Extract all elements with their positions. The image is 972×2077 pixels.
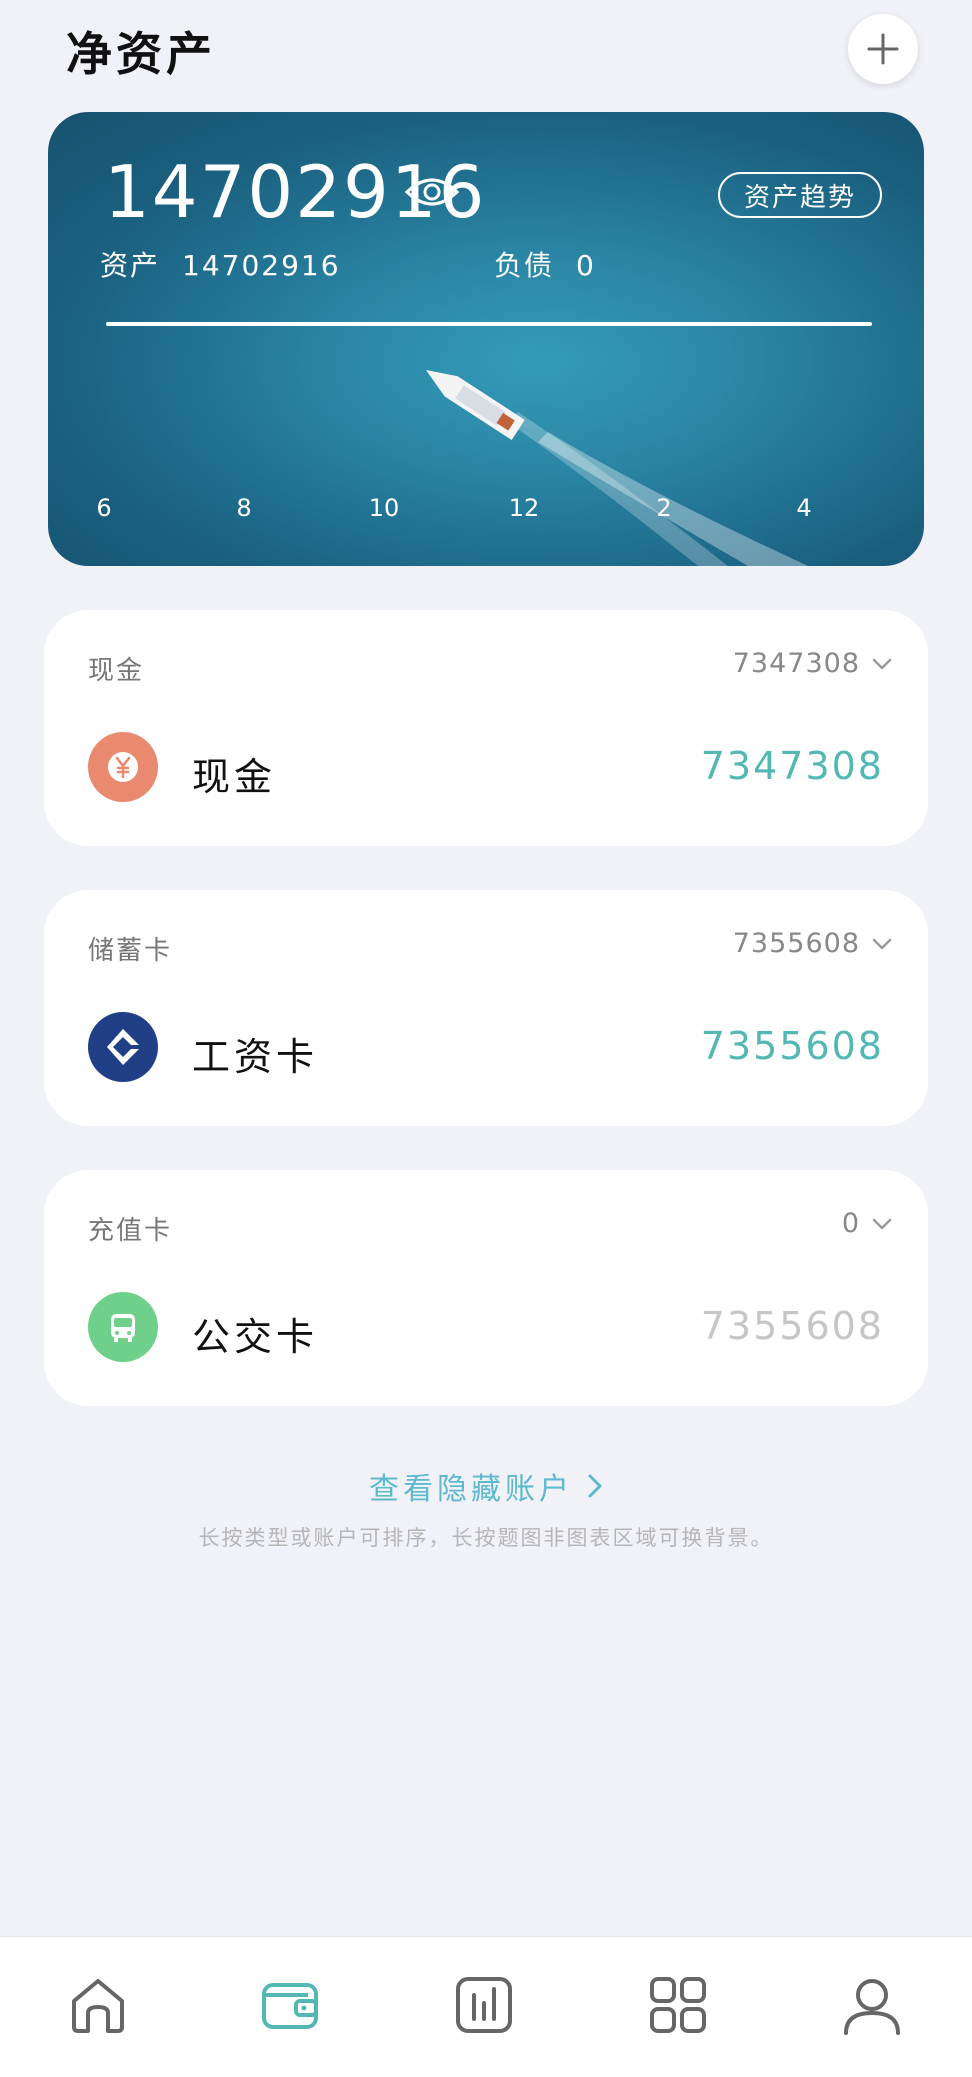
assets-summary: 资产 14702916 [100, 244, 341, 284]
group-total-toggle[interactable]: 7347308 [733, 648, 892, 679]
account-group-prepaid: 充值卡 0 公交卡 7355608 [44, 1170, 928, 1406]
plus-icon [867, 33, 899, 65]
bottom-nav [0, 1936, 972, 2077]
axis-label: 6 [96, 494, 112, 522]
page-title: 净资产 [66, 27, 216, 81]
account-name[interactable]: 公交卡 [192, 1306, 318, 1361]
axis-label: 2 [656, 494, 672, 522]
group-total: 7347308 [732, 648, 860, 679]
assets-label: 资产 [100, 249, 161, 282]
ccb-bank-icon [88, 1012, 158, 1082]
group-total: 7355608 [732, 928, 860, 959]
hidden-accounts-label: 查看隐藏账户 [369, 1472, 573, 1507]
axis-label: 12 [508, 494, 540, 522]
asset-trend-button[interactable]: 资产趋势 [718, 172, 882, 218]
account-amount: 7347308 [700, 744, 884, 788]
group-total-toggle[interactable]: 0 [842, 1208, 892, 1239]
view-hidden-accounts-link[interactable]: 查看隐藏账户 [0, 1464, 972, 1508]
home-icon[interactable] [66, 1973, 130, 2037]
assets-value: 14702916 [182, 249, 341, 282]
eye-icon[interactable] [404, 172, 460, 212]
account-amount: 7355608 [700, 1304, 884, 1348]
chevron-down-icon [872, 658, 892, 669]
net-worth-card[interactable]: 14702916 资产趋势 资产 14702916 负债 0 6 8 10 12 2… [48, 112, 924, 566]
axis-label: 4 [796, 494, 812, 522]
chevron-down-icon [872, 1218, 892, 1229]
sort-hint: 长按类型或账户可排序，长按题图非图表区域可换背景。 [198, 1526, 774, 1550]
account-group-savings: 储蓄卡 7355608 工资卡 7355608 [44, 890, 928, 1126]
account-amount: 7355608 [700, 1024, 884, 1068]
profile-icon[interactable] [840, 1973, 904, 2037]
axis-label: 8 [236, 494, 252, 522]
yen-icon [88, 732, 158, 802]
account-name[interactable]: 现金 [192, 746, 276, 801]
assets-ratio-bar [106, 322, 872, 326]
group-category: 充值卡 [88, 1216, 173, 1246]
chevron-right-icon [588, 1474, 602, 1498]
wallet-icon[interactable] [258, 1973, 322, 2037]
group-category: 现金 [88, 656, 145, 686]
grid-icon[interactable] [646, 1973, 710, 2037]
debt-summary: 负债 0 [494, 244, 596, 284]
header: 净资产 [0, 0, 972, 100]
debt-label: 负债 [494, 249, 555, 282]
account-name[interactable]: 工资卡 [192, 1026, 318, 1081]
time-axis: 6 8 10 12 2 4 [48, 494, 924, 524]
chart-icon[interactable] [452, 1973, 516, 2037]
add-account-button[interactable] [848, 14, 918, 84]
axis-label: 10 [368, 494, 400, 522]
debt-value: 0 [576, 249, 596, 282]
group-total-toggle[interactable]: 7355608 [733, 928, 892, 959]
chevron-down-icon [872, 938, 892, 949]
bus-icon [88, 1292, 158, 1362]
group-category: 储蓄卡 [88, 936, 173, 966]
account-group-cash: 现金 7347308 现金 7347308 [44, 610, 928, 846]
group-total: 0 [841, 1208, 860, 1239]
